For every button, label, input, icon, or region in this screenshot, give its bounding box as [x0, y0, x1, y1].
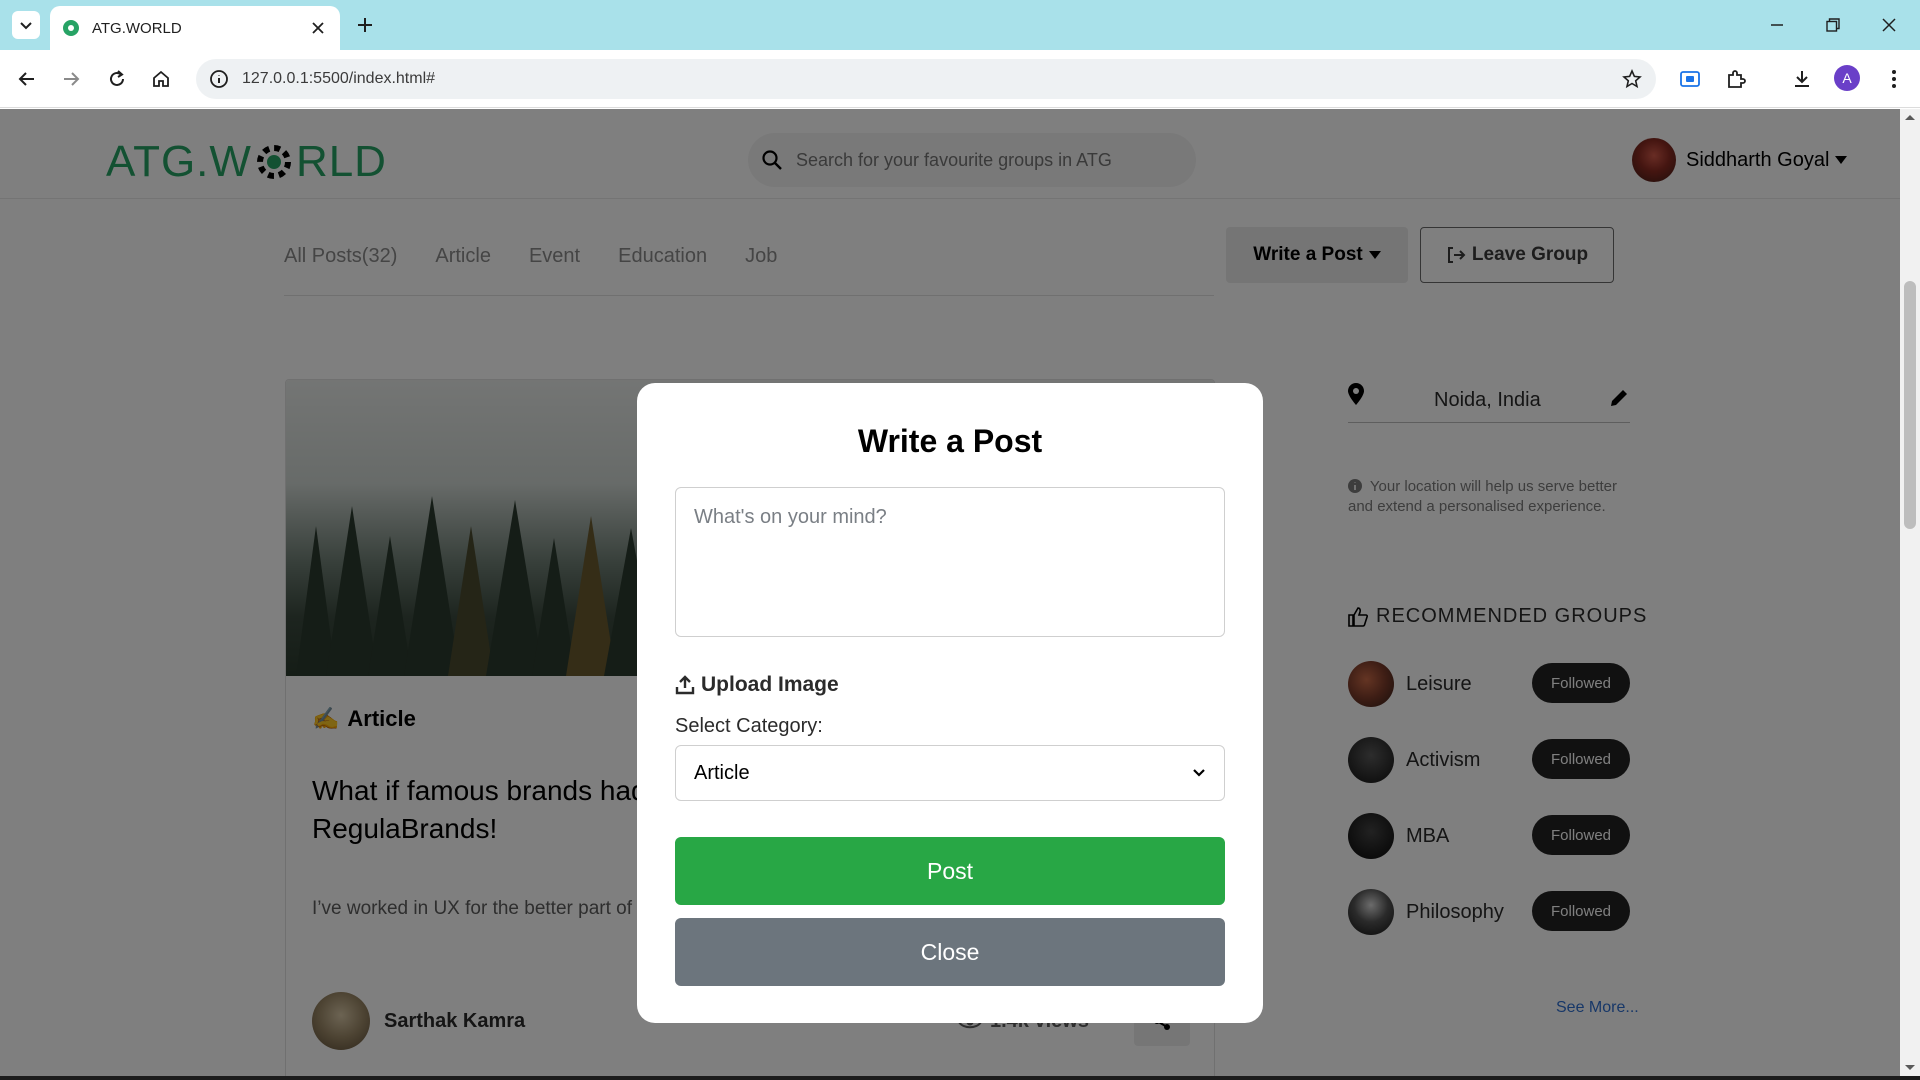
- minimize-icon: [1771, 24, 1783, 26]
- atg-favicon-icon: [63, 20, 79, 36]
- browser-menu-button[interactable]: [1880, 65, 1908, 93]
- page-content: ATG.W RLD Siddharth Goyal All Posts(32) …: [0, 109, 1900, 1080]
- download-icon: [1795, 71, 1809, 87]
- info-icon: [210, 70, 228, 88]
- browser-profile-avatar[interactable]: A: [1834, 65, 1860, 91]
- browser-toolbar: 127.0.0.1:5500/index.html#: [0, 50, 1920, 108]
- upload-image-button[interactable]: Upload Image: [675, 673, 839, 697]
- cast-button[interactable]: [1676, 65, 1704, 93]
- cast-icon: [1680, 71, 1700, 87]
- page-scrollbar[interactable]: [1900, 109, 1920, 1080]
- forward-icon: [64, 72, 80, 86]
- scroll-up-arrow-icon[interactable]: [1904, 113, 1916, 121]
- menu-icon: [1892, 70, 1896, 88]
- category-label: Select Category:: [675, 715, 823, 737]
- new-tab-button[interactable]: [352, 12, 378, 38]
- reload-icon: [110, 70, 124, 86]
- window-bottom-edge: [0, 1076, 1920, 1080]
- home-button[interactable]: [146, 64, 176, 94]
- modal-title: Write a Post: [857, 423, 1043, 459]
- post-textarea[interactable]: [675, 487, 1225, 637]
- restore-button[interactable]: [1820, 12, 1846, 38]
- chevron-down-icon: [20, 22, 32, 30]
- bookmark-button[interactable]: [1620, 67, 1644, 91]
- scrollbar-thumb[interactable]: [1904, 281, 1916, 529]
- write-post-modal: Write a Post Upload Image Select Categor…: [637, 383, 1263, 1023]
- scroll-down-arrow-icon[interactable]: [1904, 1064, 1916, 1072]
- close-window-button[interactable]: [1876, 12, 1902, 38]
- upload-icon: [675, 675, 695, 695]
- upload-image-label: Upload Image: [701, 673, 839, 696]
- tab-title: ATG.WORLD: [92, 19, 182, 37]
- reload-button[interactable]: [102, 64, 132, 94]
- chevron-down-icon: [1193, 769, 1205, 777]
- url-text: 127.0.0.1:5500/index.html#: [242, 70, 436, 87]
- browser-tab[interactable]: ATG.WORLD: [50, 6, 340, 50]
- back-button[interactable]: [12, 64, 42, 94]
- post-button[interactable]: Post: [675, 837, 1225, 905]
- site-info-button[interactable]: [206, 66, 232, 92]
- back-icon: [18, 72, 34, 86]
- address-bar[interactable]: 127.0.0.1:5500/index.html#: [196, 59, 1656, 99]
- extensions-button[interactable]: [1722, 65, 1750, 93]
- restore-icon: [1826, 18, 1840, 32]
- plus-icon: [358, 18, 372, 32]
- browser-tab-strip: ATG.WORLD: [0, 0, 1920, 50]
- close-button[interactable]: Close: [675, 918, 1225, 986]
- minimize-button[interactable]: [1764, 12, 1790, 38]
- category-select[interactable]: Article: [675, 745, 1225, 801]
- tab-search-button[interactable]: [12, 11, 40, 39]
- downloads-button[interactable]: [1788, 65, 1816, 93]
- category-selected-value: Article: [694, 761, 750, 784]
- home-icon: [153, 70, 169, 87]
- close-icon: [312, 22, 324, 34]
- star-icon: [1622, 69, 1642, 89]
- tab-close-button[interactable]: [308, 18, 328, 38]
- close-icon: [1882, 18, 1896, 32]
- forward-button[interactable]: [56, 64, 86, 94]
- extensions-icon: [1728, 70, 1746, 88]
